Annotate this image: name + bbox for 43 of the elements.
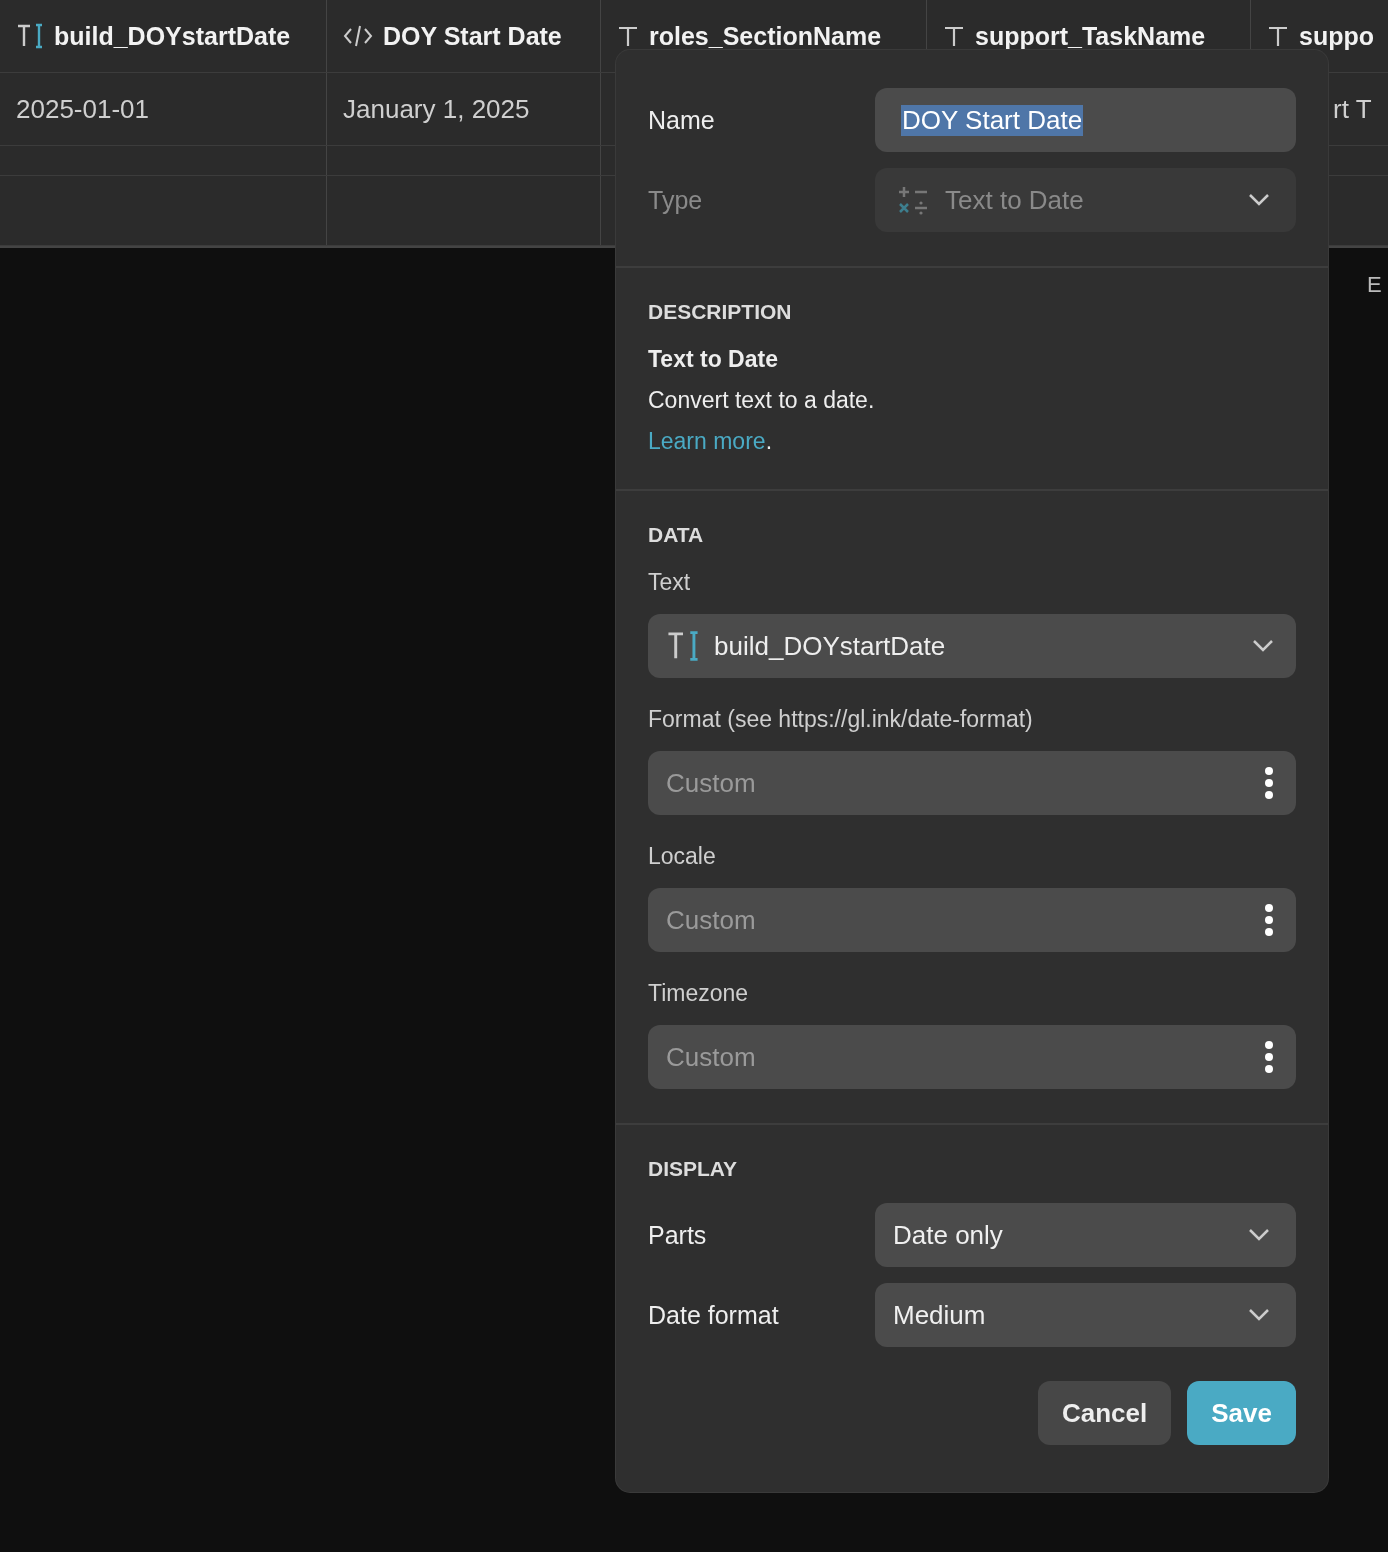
name-input[interactable]: DOY Start Date xyxy=(875,88,1296,152)
chevron-down-icon xyxy=(1252,639,1274,653)
more-icon[interactable] xyxy=(1264,1040,1274,1074)
text-column-icon xyxy=(16,22,44,50)
field-label: Date format xyxy=(648,1300,780,1330)
chevron-down-icon xyxy=(1248,193,1270,207)
column-header[interactable]: roles_SectionName xyxy=(649,21,882,51)
more-icon[interactable] xyxy=(1264,766,1274,800)
text-column-icon xyxy=(666,629,700,663)
description-text: Convert text to a date. xyxy=(648,387,876,414)
field-label: Name xyxy=(648,105,716,135)
text-icon xyxy=(617,25,639,47)
text-icon xyxy=(1267,25,1289,47)
column-select[interactable]: build_DOYstartDate xyxy=(648,614,1296,678)
table-cell: January 1, 2025 xyxy=(343,93,530,125)
description-title: Text to Date xyxy=(648,346,779,373)
column-header[interactable]: suppo xyxy=(1299,21,1374,51)
field-label: Parts xyxy=(648,1220,708,1250)
column-header[interactable]: DOY Start Date xyxy=(383,21,562,51)
field-label: Text xyxy=(648,569,692,596)
dropdown[interactable]: Medium xyxy=(875,1283,1296,1347)
column-header[interactable]: support_TaskName xyxy=(975,21,1206,51)
cut-off-text: E xyxy=(1367,272,1382,298)
cancel-button[interactable]: Cancel xyxy=(1038,1381,1172,1445)
section-heading: DESCRIPTION xyxy=(648,300,793,324)
learn-more-link[interactable]: Learn more xyxy=(648,428,766,454)
chevron-down-icon xyxy=(1248,1228,1270,1242)
table-cell: rt T xyxy=(1333,93,1372,125)
table-cell: 2025-01-01 xyxy=(16,93,149,125)
column-header[interactable]: build_DOYstartDate xyxy=(54,21,291,51)
dropdown[interactable]: Date only xyxy=(875,1203,1296,1267)
section-heading: DATA xyxy=(648,523,705,547)
more-icon[interactable] xyxy=(1264,903,1274,937)
period-text: . xyxy=(765,428,772,454)
field-label: Type xyxy=(648,185,704,215)
text-icon xyxy=(943,25,965,47)
section-heading: DISPLAY xyxy=(648,1157,739,1181)
chevron-down-icon xyxy=(1248,1308,1270,1322)
math-icon xyxy=(897,184,929,216)
code-icon xyxy=(343,24,373,48)
field-label: Locale xyxy=(648,843,717,870)
field-label: Timezone xyxy=(648,980,750,1007)
field-label: Format (see https://gl.ink/date-format) xyxy=(648,706,1034,733)
